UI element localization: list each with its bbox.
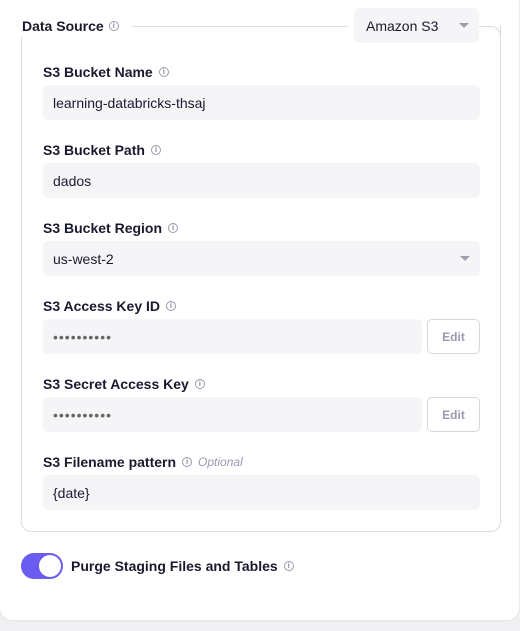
info-icon[interactable]: i [158, 67, 169, 77]
info-icon[interactable]: i [182, 457, 193, 467]
filename-pattern-value: {date} [53, 484, 90, 501]
bucket-name-label: S3 Bucket Name [43, 64, 153, 80]
purge-staging-toggle[interactable] [21, 553, 63, 579]
bucket-name-value: learning-databricks-thsaj [53, 94, 206, 111]
secret-key-input[interactable]: •••••••••• [43, 397, 422, 432]
bucket-path-label: S3 Bucket Path [43, 142, 145, 158]
access-key-input[interactable]: •••••••••• [43, 319, 422, 354]
info-icon[interactable]: i [166, 301, 176, 311]
section-border-corner [478, 26, 501, 46]
info-icon[interactable]: i [194, 379, 205, 389]
data-source-value: Amazon S3 [366, 17, 439, 34]
bucket-path-value: dados [53, 172, 92, 189]
bucket-name-label-row: S3 Bucket Name i [43, 63, 169, 81]
access-key-label-row: S3 Access Key ID i [43, 297, 176, 315]
secret-key-label: S3 Secret Access Key [43, 376, 189, 392]
optional-tag: Optional [198, 455, 243, 469]
access-key-label: S3 Access Key ID [43, 298, 160, 314]
bucket-region-label-row: S3 Bucket Region i [43, 219, 179, 237]
info-icon[interactable]: i [150, 145, 161, 155]
secret-key-masked-value: •••••••••• [53, 406, 113, 423]
secret-key-edit-button[interactable]: Edit [427, 397, 480, 432]
bucket-region-label: S3 Bucket Region [43, 220, 163, 236]
filename-pattern-label: S3 Filename pattern [43, 454, 177, 470]
secret-key-label-row: S3 Secret Access Key i [43, 375, 205, 393]
info-icon[interactable]: i [168, 223, 179, 233]
access-key-edit-button[interactable]: Edit [427, 319, 480, 354]
section-divider [132, 26, 348, 27]
bucket-path-label-row: S3 Bucket Path i [43, 141, 161, 159]
info-icon[interactable]: i [283, 561, 294, 571]
filename-pattern-input[interactable]: {date} [43, 475, 480, 510]
data-source-select[interactable]: Amazon S3 [354, 8, 479, 43]
chevron-down-icon [460, 256, 470, 261]
purge-staging-label-row: Purge Staging Files and Tables i [71, 557, 294, 575]
bucket-region-value: us-west-2 [53, 250, 114, 267]
bucket-path-input[interactable]: dados [43, 163, 480, 198]
toggle-knob [39, 555, 61, 577]
info-icon[interactable]: i [108, 21, 119, 31]
filename-pattern-label-row: S3 Filename pattern i Optional [43, 453, 243, 471]
purge-staging-label: Purge Staging Files and Tables [71, 558, 278, 574]
access-key-masked-value: •••••••••• [53, 328, 113, 345]
data-source-legend: Data Source i [18, 15, 123, 37]
data-source-label: Data Source [22, 18, 104, 34]
settings-card: Data Source i Amazon S3 S3 Bucket Name i… [0, 0, 519, 620]
chevron-down-icon [459, 23, 469, 28]
bucket-region-select[interactable]: us-west-2 [43, 241, 480, 276]
bucket-name-input[interactable]: learning-databricks-thsaj [43, 85, 480, 120]
